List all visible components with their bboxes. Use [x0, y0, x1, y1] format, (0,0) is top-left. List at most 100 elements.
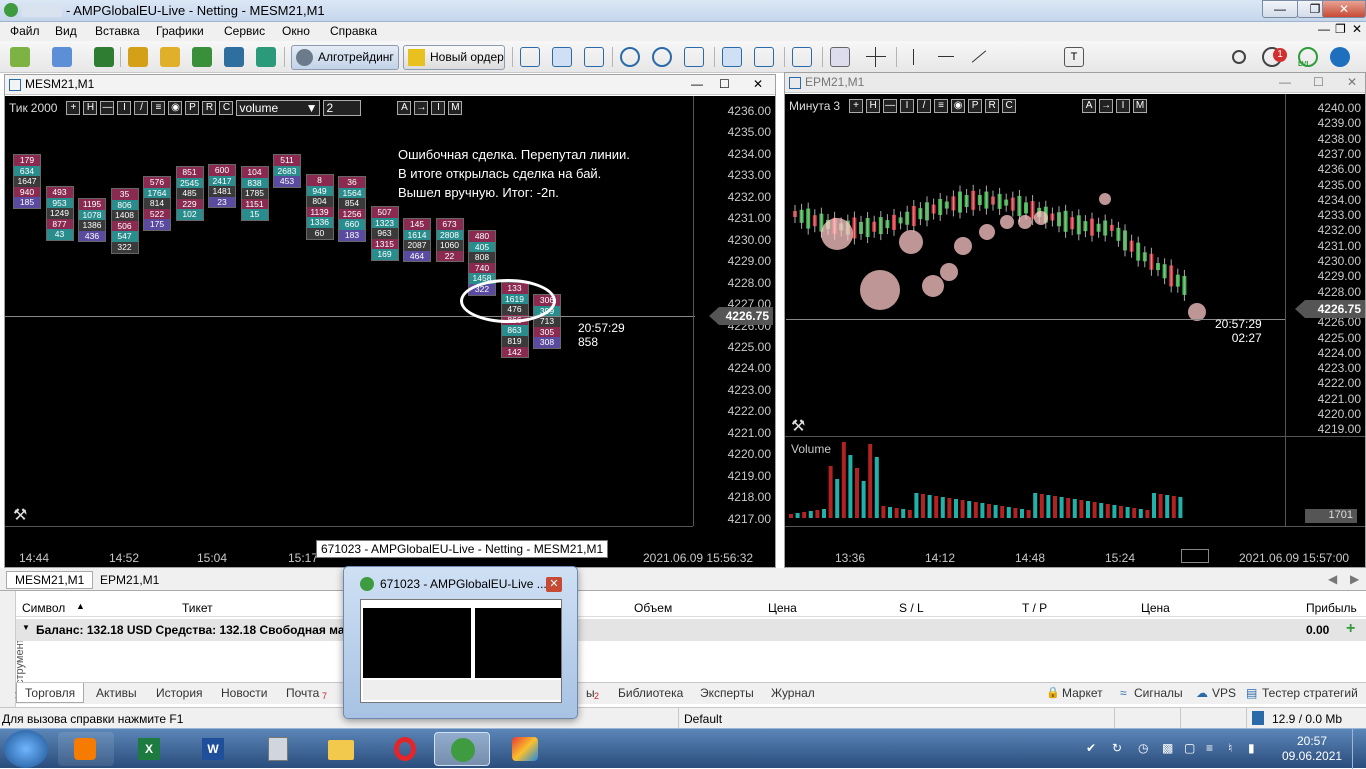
panel-btn[interactable]: R: [202, 101, 217, 115]
new-chart-icon[interactable]: [10, 47, 30, 67]
algo-trading-button[interactable]: Алготрейдинг: [291, 45, 399, 70]
tab-journal[interactable]: Журнал: [771, 686, 815, 700]
tab-mail[interactable]: Почта: [286, 686, 319, 700]
panel-btn[interactable]: C: [219, 101, 234, 115]
col-symbol[interactable]: Символ: [22, 601, 65, 615]
tray-network-icon[interactable]: ▢: [1184, 741, 1195, 755]
tab-signals[interactable]: Сигналы: [1134, 686, 1183, 700]
tray-shield-icon[interactable]: ✔: [1086, 741, 1096, 755]
col-ticket[interactable]: Тикет: [182, 601, 213, 615]
start-button[interactable]: [4, 730, 48, 768]
calculator-icon[interactable]: [250, 732, 306, 766]
line-chart-icon[interactable]: [584, 47, 604, 67]
panel-btn[interactable]: I: [431, 101, 446, 115]
excel-icon[interactable]: X: [122, 732, 178, 766]
chart1-maximize[interactable]: ☐: [719, 75, 730, 94]
zoom-out-icon[interactable]: [652, 47, 672, 67]
panel-btn[interactable]: H: [83, 101, 98, 115]
word-icon[interactable]: W: [186, 732, 242, 766]
tab-strategy-tester[interactable]: Тестер стратегий: [1262, 686, 1358, 700]
popup-thumbnail[interactable]: [360, 599, 562, 703]
zoom-in-icon[interactable]: [620, 47, 640, 67]
add-icon[interactable]: +: [1346, 620, 1355, 638]
chart-tab-epm21[interactable]: EPM21,M1: [92, 572, 167, 588]
col-volume[interactable]: Объем: [634, 601, 672, 615]
tray-update-icon[interactable]: ↻: [1112, 741, 1122, 755]
mdi-minimize-icon[interactable]: —: [1318, 22, 1330, 36]
navigator-icon[interactable]: [192, 47, 212, 67]
shapes-dropdown-icon[interactable]: [1096, 47, 1116, 67]
chart1-mode[interactable]: Тик: [9, 101, 28, 115]
crosshair-icon[interactable]: [866, 47, 886, 67]
excel-export-icon[interactable]: [94, 47, 114, 67]
mdi-close-icon[interactable]: ✕: [1352, 22, 1362, 36]
autoscroll-icon[interactable]: [722, 47, 742, 67]
tabs-scroll-left[interactable]: ◀: [1328, 572, 1337, 586]
terminal-icon[interactable]: [224, 47, 244, 67]
chart1-tools-icon[interactable]: ⚒: [13, 505, 27, 525]
panel-btn[interactable]: —: [100, 101, 115, 115]
menu-window[interactable]: Окно: [282, 24, 310, 38]
collapse-icon[interactable]: ▼: [22, 623, 30, 632]
panel-btn[interactable]: →: [414, 101, 429, 115]
balance-row[interactable]: ▼ Баланс: 132.18 USD Средства: 132.18 Св…: [16, 619, 1366, 641]
tab-history[interactable]: История: [156, 686, 203, 700]
menu-view[interactable]: Вид: [55, 24, 77, 38]
account-icon[interactable]: [1330, 47, 1350, 67]
mdi-restore-icon[interactable]: ❐: [1335, 22, 1346, 36]
panel-btn[interactable]: /: [134, 101, 149, 115]
search-icon[interactable]: [1232, 50, 1246, 64]
chart1-minimize[interactable]: —: [691, 75, 703, 94]
chart2-tools-icon[interactable]: ⚒: [791, 416, 805, 436]
tray-battery-icon[interactable]: ▮: [1248, 741, 1255, 755]
panel-btn[interactable]: ◉: [168, 101, 183, 115]
minimize-button[interactable]: —: [1262, 0, 1298, 18]
opera-icon[interactable]: [378, 732, 434, 766]
chart1-plot[interactable]: Тик 2000 + H — I / ≡ ◉ P R C volume ▼ 2 A…: [5, 96, 775, 567]
profiles-icon[interactable]: [52, 47, 72, 67]
panel-btn[interactable]: ≡: [151, 101, 166, 115]
tray-volume-icon[interactable]: ♮: [1228, 741, 1232, 755]
new-order-button[interactable]: Новый ордер: [403, 45, 505, 70]
panel-btn[interactable]: +: [66, 101, 81, 115]
col-sl[interactable]: S / L: [899, 601, 924, 615]
close-button[interactable]: ✕: [1322, 0, 1366, 18]
chart-shift-icon[interactable]: [754, 47, 774, 67]
col-profit[interactable]: Прибыль: [1306, 601, 1357, 615]
paint-icon[interactable]: [498, 732, 554, 766]
tray-signal-icon[interactable]: ≡: [1206, 741, 1213, 755]
chart-tab-mesm21[interactable]: MESM21,M1: [6, 571, 94, 589]
col-price-current[interactable]: Цена: [1141, 601, 1170, 615]
vertical-line-icon[interactable]: [904, 47, 924, 67]
panel-btn[interactable]: I: [117, 101, 132, 115]
chart2-minimize[interactable]: —: [1279, 73, 1291, 92]
indicators-icon[interactable]: [792, 47, 812, 67]
show-desktop-button[interactable]: [1352, 729, 1366, 769]
tab-trade[interactable]: Торговля: [16, 683, 85, 703]
tabs-scroll-right[interactable]: ▶: [1350, 572, 1359, 586]
chart2-maximize[interactable]: ☐: [1313, 73, 1324, 92]
indicator-num-input[interactable]: 2: [323, 100, 362, 116]
taskbar-preview-popup[interactable]: 671023 - AMPGlobalEU-Live ... ✕: [343, 566, 578, 719]
popup-close-icon[interactable]: ✕: [546, 577, 562, 592]
horizontal-line-icon[interactable]: [936, 47, 956, 67]
chart1-close[interactable]: ✕: [753, 75, 763, 94]
tile-windows-icon[interactable]: [684, 47, 704, 67]
tab-experts[interactable]: Эксперты: [700, 686, 754, 700]
candles-icon[interactable]: [552, 47, 572, 67]
tab-market[interactable]: Маркет: [1062, 686, 1103, 700]
chart2-plot[interactable]: Минута 3 + H — I / ≡ ◉ P R C A → I M 20:…: [785, 94, 1365, 567]
indicator-select[interactable]: volume ▼: [236, 100, 321, 116]
data-window-icon[interactable]: [160, 47, 180, 67]
chart2-close[interactable]: ✕: [1347, 73, 1357, 92]
tray-app-icon[interactable]: ▩: [1162, 741, 1173, 755]
panel-btn[interactable]: M: [448, 101, 463, 115]
panel-btn[interactable]: A: [397, 101, 412, 115]
tab-library[interactable]: Библиотека: [618, 686, 683, 700]
trendline-icon[interactable]: [968, 47, 988, 67]
menu-file[interactable]: Файл: [10, 24, 40, 38]
col-price[interactable]: Цена: [768, 601, 797, 615]
status-profile[interactable]: Default: [684, 712, 722, 726]
cursor-icon[interactable]: [830, 47, 850, 67]
panel-btn[interactable]: P: [185, 101, 200, 115]
